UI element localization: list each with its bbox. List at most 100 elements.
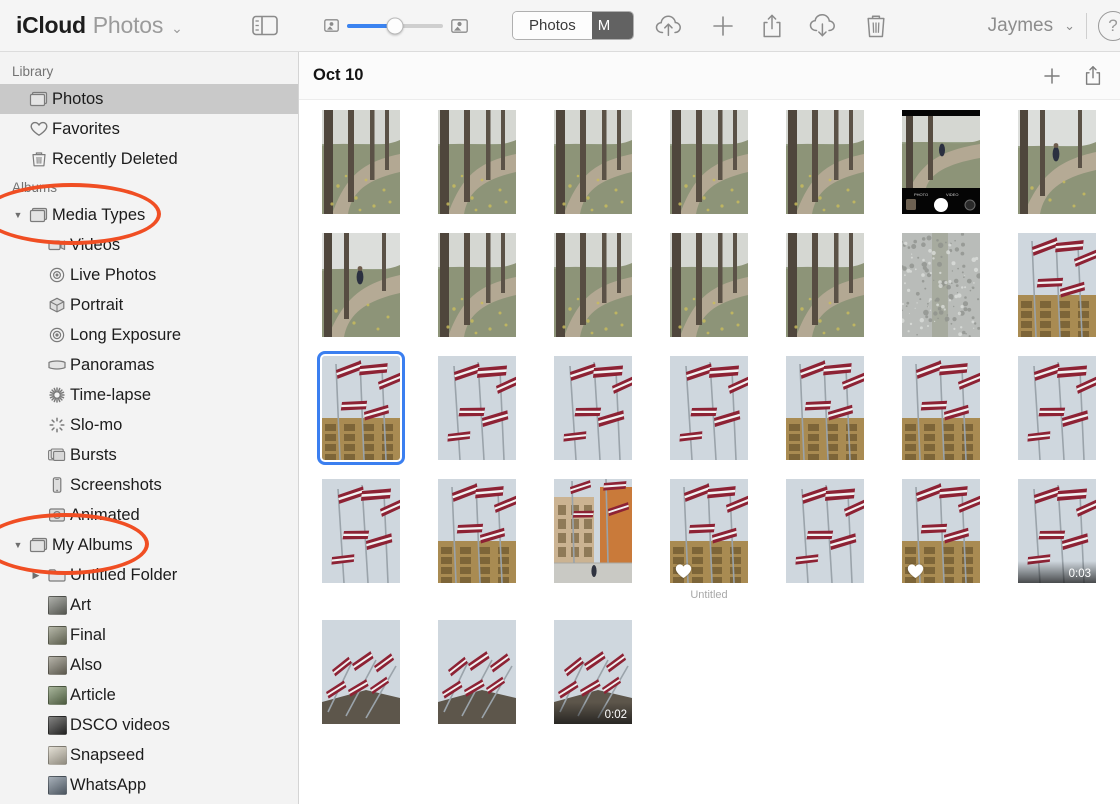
sidebar-item-bursts[interactable]: Bursts (0, 440, 298, 470)
upload-icon[interactable] (655, 14, 685, 38)
sidebar-item-slo-mo[interactable]: Slo-mo (0, 410, 298, 440)
photo-cell[interactable] (786, 356, 864, 460)
slider-thumb[interactable] (387, 17, 404, 34)
photo-cell[interactable] (438, 356, 516, 460)
photo-cell[interactable] (322, 110, 400, 214)
photo-cell[interactable]: 0:03 (1018, 479, 1096, 583)
photo-thumbnail[interactable] (670, 356, 748, 460)
photo-thumbnail[interactable] (554, 356, 632, 460)
add-to-album-icon[interactable] (1042, 66, 1062, 86)
sidebar-item-screenshots[interactable]: Screenshots (0, 470, 298, 500)
photo-thumbnail[interactable]: 0:02 (554, 620, 632, 724)
photo-thumbnail[interactable] (322, 356, 400, 460)
sidebar-item-snapseed[interactable]: Snapseed (0, 740, 298, 770)
sidebar-item-live-photos[interactable]: Live Photos (0, 260, 298, 290)
sidebar-item-article[interactable]: Article (0, 680, 298, 710)
photo-thumbnail[interactable] (902, 233, 980, 337)
sidebar-item-media-types[interactable]: ▼ Media Types (0, 200, 298, 230)
photo-cell[interactable] (438, 620, 516, 724)
photo-cell[interactable] (322, 620, 400, 724)
sidebar-item-whatsapp[interactable]: WhatsApp (0, 770, 298, 800)
photo-cell[interactable] (1018, 356, 1096, 460)
photo-cell[interactable] (438, 479, 516, 583)
photo-thumbnail[interactable] (670, 479, 748, 583)
photo-thumbnail[interactable] (1018, 110, 1096, 214)
photo-cell[interactable] (438, 110, 516, 214)
chevron-down-icon[interactable]: ⌄ (171, 20, 183, 37)
photo-thumbnail[interactable] (438, 233, 516, 337)
photo-thumbnail[interactable] (554, 233, 632, 337)
sidebar-item-untitled-folder[interactable]: ▶ Untitled Folder (0, 560, 298, 590)
photo-cell[interactable] (322, 479, 400, 583)
photo-thumbnail[interactable] (786, 479, 864, 583)
photo-thumbnail[interactable] (786, 110, 864, 214)
sidebar-item-recently-deleted[interactable]: Recently Deleted (0, 144, 298, 174)
photo-thumbnail[interactable]: 0:03 (1018, 479, 1096, 583)
photo-thumbnail[interactable] (438, 620, 516, 724)
photo-cell[interactable] (902, 233, 980, 337)
photo-cell[interactable] (554, 110, 632, 214)
sidebar-item-final[interactable]: Final (0, 620, 298, 650)
sidebar-item-also[interactable]: Also (0, 650, 298, 680)
photo-thumbnail[interactable] (438, 110, 516, 214)
photo-thumbnail[interactable] (670, 233, 748, 337)
photo-cell[interactable] (322, 233, 400, 337)
disclosure-triangle-icon[interactable]: ▼ (10, 540, 26, 550)
sidebar-item-animated[interactable]: Animated (0, 500, 298, 530)
photo-cell[interactable] (554, 479, 632, 583)
sidebar-item-dsco-videos[interactable]: DSCO videos (0, 710, 298, 740)
photo-cell[interactable] (438, 233, 516, 337)
thumbnail-size-slider[interactable] (324, 19, 468, 33)
sidebar-item-panoramas[interactable]: Panoramas (0, 350, 298, 380)
photo-cell[interactable]: PHOTO VIDEO (902, 110, 980, 214)
photo-cell[interactable] (670, 110, 748, 214)
photo-thumbnail[interactable] (322, 110, 400, 214)
photo-cell[interactable] (902, 356, 980, 460)
slider-track[interactable] (347, 24, 443, 28)
help-button[interactable]: ? (1098, 11, 1120, 41)
view-mode-segmented-control[interactable]: Photos M (512, 11, 634, 40)
share-icon[interactable] (761, 13, 783, 39)
photo-cell[interactable] (1018, 233, 1096, 337)
photo-cell[interactable] (786, 233, 864, 337)
share-icon[interactable] (1084, 65, 1102, 86)
photo-cell[interactable] (902, 479, 980, 583)
photo-thumbnail[interactable] (554, 479, 632, 583)
sidebar-toggle-icon[interactable] (252, 15, 278, 36)
photo-thumbnail[interactable] (786, 233, 864, 337)
photo-thumbnail[interactable] (902, 356, 980, 460)
download-icon[interactable] (809, 14, 839, 38)
disclosure-triangle-icon[interactable]: ▶ (28, 570, 44, 581)
account-name-label[interactable]: Jaymes (988, 15, 1053, 37)
sidebar-item-long-exposure[interactable]: Long Exposure (0, 320, 298, 350)
tab-memories[interactable]: M (592, 12, 633, 39)
sidebar-item-videos[interactable]: Videos (0, 230, 298, 260)
photo-cell[interactable] (786, 110, 864, 214)
sidebar-item-favorites[interactable]: Favorites (0, 114, 298, 144)
sidebar-item-portrait[interactable]: Portrait (0, 290, 298, 320)
tab-photos[interactable]: Photos (513, 12, 592, 39)
photo-cell[interactable] (786, 479, 864, 583)
sidebar-item-photos[interactable]: Photos (0, 84, 298, 114)
photo-thumbnail[interactable] (554, 110, 632, 214)
photo-thumbnail[interactable] (438, 356, 516, 460)
photo-thumbnail[interactable]: PHOTO VIDEO (902, 110, 980, 214)
photo-cell[interactable]: 0:02 (554, 620, 632, 724)
photo-thumbnail[interactable] (438, 479, 516, 583)
disclosure-triangle-icon[interactable]: ▼ (10, 210, 26, 220)
photo-cell[interactable] (670, 233, 748, 337)
photo-thumbnail[interactable] (670, 110, 748, 214)
photo-cell[interactable] (554, 356, 632, 460)
photo-cell[interactable] (670, 356, 748, 460)
sidebar-item-time-lapse[interactable]: Time-lapse (0, 380, 298, 410)
photo-thumbnail[interactable] (322, 620, 400, 724)
add-icon[interactable] (711, 14, 735, 38)
sidebar-item-my-albums[interactable]: ▼ My Albums (0, 530, 298, 560)
photo-cell[interactable] (322, 356, 400, 460)
photo-thumbnail[interactable] (902, 479, 980, 583)
photo-thumbnail[interactable] (1018, 356, 1096, 460)
photo-thumbnail[interactable] (322, 479, 400, 583)
photo-thumbnail[interactable] (786, 356, 864, 460)
photo-cell[interactable] (554, 233, 632, 337)
delete-icon[interactable] (865, 13, 887, 39)
